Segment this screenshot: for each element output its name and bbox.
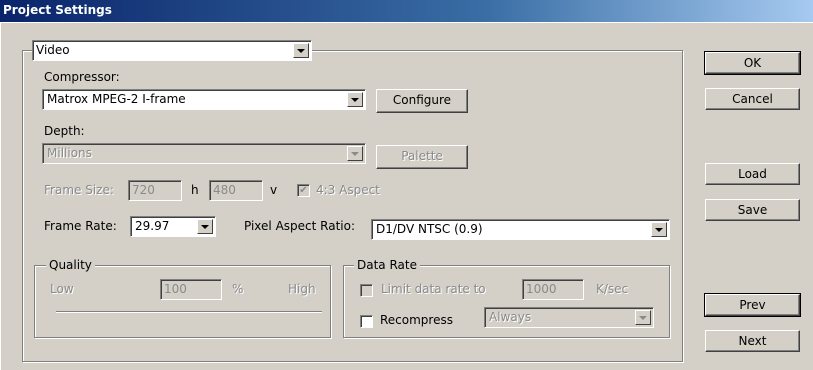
next-button[interactable]: Next [705, 330, 800, 352]
limit-data-rate-label: Limit data rate to [381, 282, 486, 296]
pixel-aspect-select[interactable]: D1/DV NTSC (0.9) [371, 219, 670, 240]
quality-unit-label: % [232, 282, 244, 296]
frame-rate-label: Frame Rate: [44, 219, 117, 233]
pixel-aspect-value: D1/DV NTSC (0.9) [376, 222, 483, 236]
recompress-value: Always [489, 310, 532, 324]
quality-slider-track[interactable] [56, 311, 322, 313]
frame-height-field[interactable]: 480 [209, 180, 263, 201]
frame-rate-select[interactable]: 29.97 [130, 216, 216, 237]
configure-button[interactable]: Configure [376, 89, 468, 113]
chevron-down-icon[interactable] [635, 310, 651, 325]
data-rate-legend: Data Rate [354, 258, 420, 272]
depth-select-value: Millions [47, 146, 92, 160]
section-dropdown-value: Video [36, 43, 70, 57]
section-dropdown[interactable]: Video [32, 40, 312, 61]
recompress-checkbox[interactable] [360, 315, 373, 328]
quality-legend: Quality [46, 258, 95, 272]
save-button[interactable]: Save [705, 199, 800, 221]
compressor-label: Compressor: [44, 70, 120, 84]
aspect-checkbox[interactable]: ✔ [297, 184, 310, 197]
data-rate-field[interactable]: 1000 [522, 279, 584, 300]
chevron-down-icon[interactable] [293, 43, 309, 58]
compressor-select[interactable]: Matrox MPEG-2 I-frame [42, 89, 366, 110]
pixel-aspect-label: Pixel Aspect Ratio: [244, 219, 355, 233]
ok-button[interactable]: OK [704, 51, 801, 75]
recompress-select[interactable]: Always [484, 307, 654, 328]
depth-select[interactable]: Millions [42, 143, 366, 164]
title-bar: Project Settings [0, 0, 813, 22]
frame-size-label: Frame Size: [44, 183, 114, 197]
v-label: v [270, 183, 278, 197]
depth-label: Depth: [44, 124, 85, 138]
h-label: h [191, 183, 199, 197]
chevron-down-icon[interactable] [651, 222, 667, 237]
limit-data-rate-checkbox[interactable] [360, 284, 373, 297]
prev-button[interactable]: Prev [704, 293, 801, 317]
data-rate-unit-label: K/sec [596, 282, 629, 296]
cancel-button[interactable]: Cancel [705, 88, 800, 110]
chevron-down-icon[interactable] [347, 146, 363, 161]
palette-button[interactable]: Palette [376, 145, 468, 169]
aspect-label: 4:3 Aspect [316, 183, 380, 197]
load-button[interactable]: Load [705, 163, 800, 185]
recompress-label: Recompress [380, 313, 453, 327]
quality-field[interactable]: 100 [160, 279, 222, 300]
chevron-down-icon[interactable] [197, 219, 213, 234]
quality-high-label: High [288, 282, 316, 296]
frame-width-field[interactable]: 720 [128, 180, 182, 201]
window-title: Project Settings [3, 3, 112, 17]
quality-low-label: Low [50, 282, 74, 296]
chevron-down-icon[interactable] [347, 92, 363, 107]
quality-group [34, 265, 331, 338]
compressor-select-value: Matrox MPEG-2 I-frame [47, 92, 186, 106]
